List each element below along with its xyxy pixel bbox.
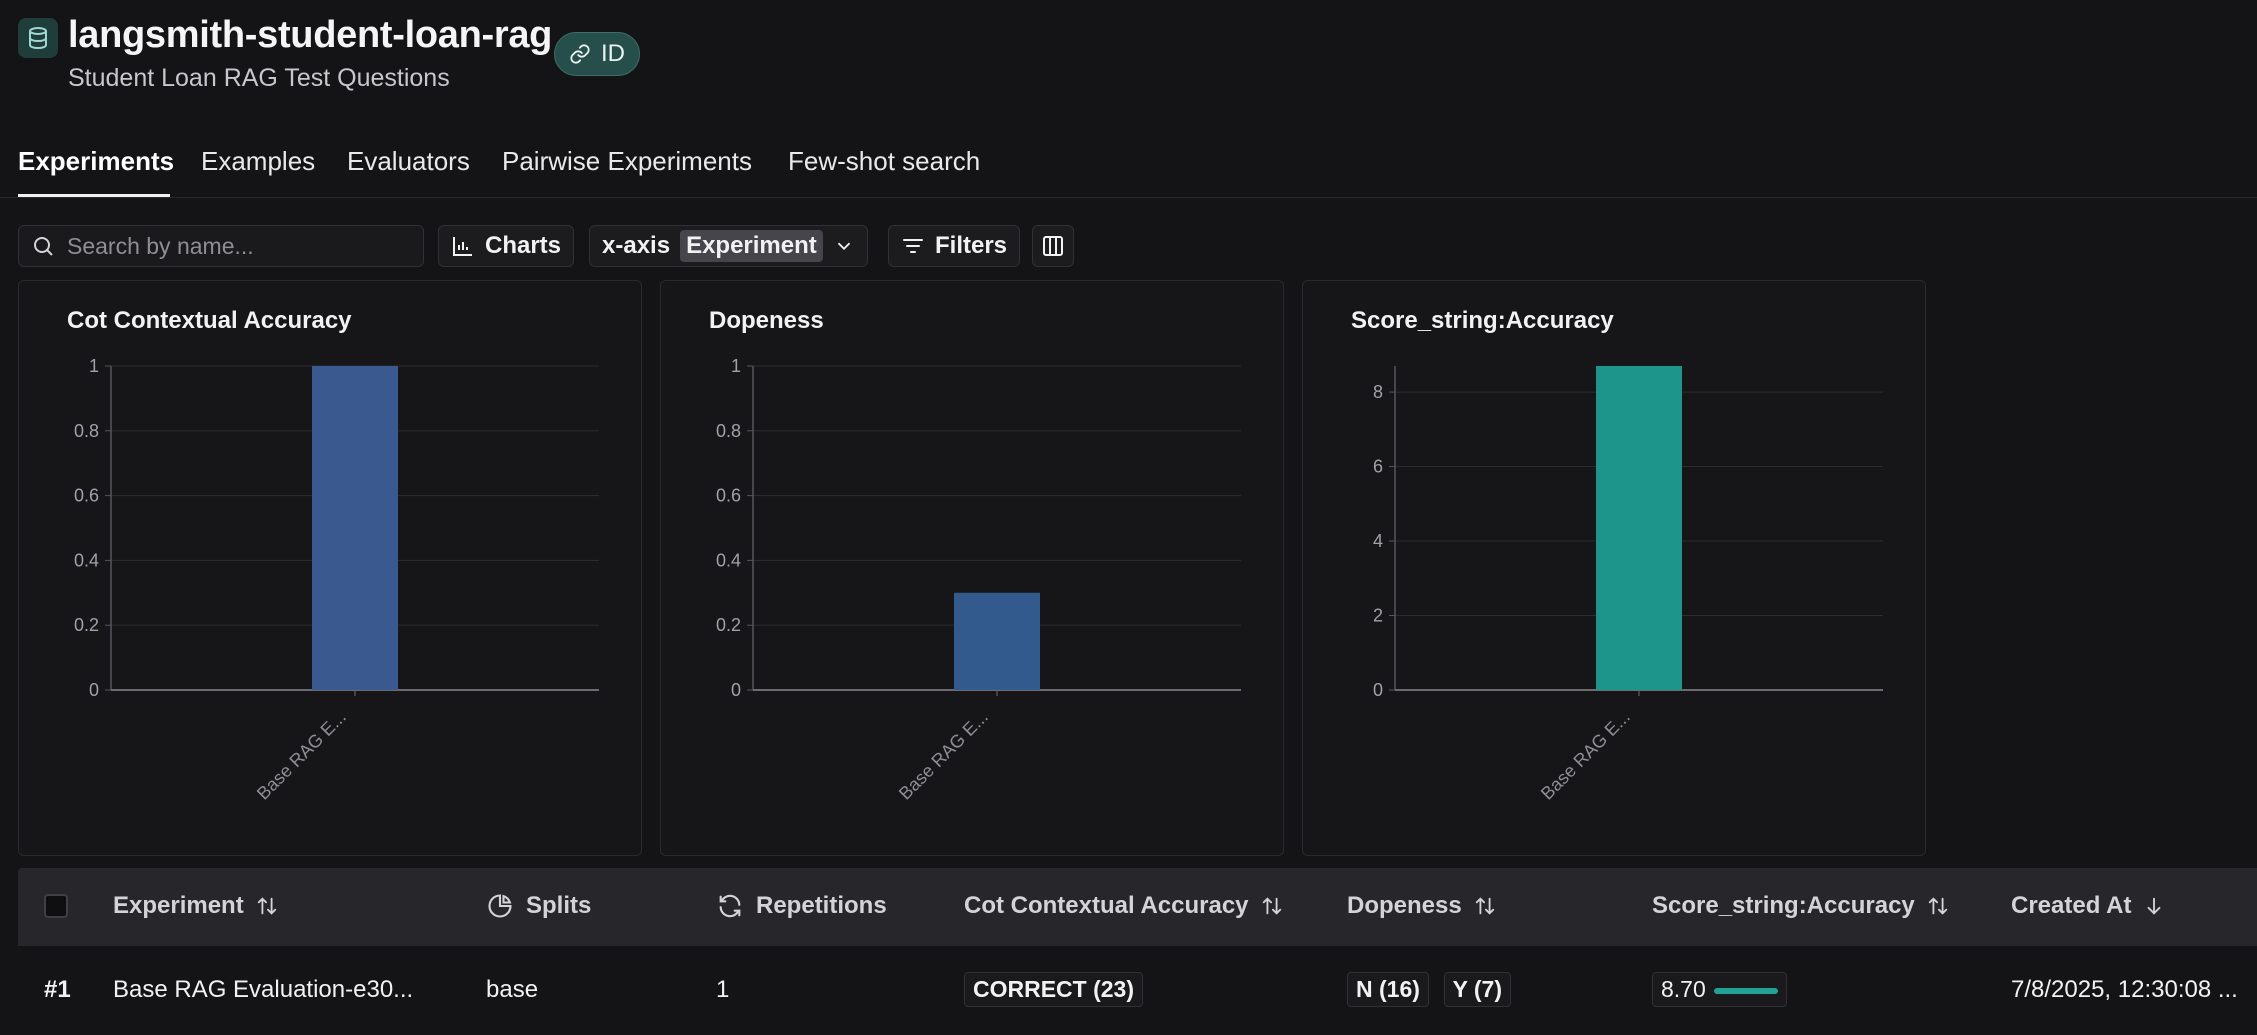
charts-label: Charts [485,232,562,259]
tab-bar: Experiments Examples Evaluators Pairwise… [0,128,2257,198]
experiments-table: Experiment Splits Repetitions Cot Contex… [18,868,2257,1035]
tab-evaluators[interactable]: Evaluators [347,146,470,177]
y-tick-label: 1 [89,356,99,376]
row-index: #1 [44,976,71,1003]
columns-icon [1041,234,1065,258]
sort-icon[interactable] [1474,895,1496,917]
y-tick-label: 0 [89,680,99,700]
arrow-down-icon[interactable] [2143,895,2165,917]
column-header-repetitions: Repetitions [716,892,887,920]
charts-button[interactable]: Charts [438,225,575,267]
column-header-splits: Splits [486,892,591,920]
sort-icon[interactable] [256,895,278,917]
cot-pill[interactable]: CORRECT (23) [964,972,1144,1007]
y-tick-label: 0.8 [74,421,99,441]
search-icon [31,234,55,258]
chevron-down-icon [833,235,855,257]
bar-chart: 0 2 4 6 8 Base RAG E... [1373,366,1883,804]
column-header-dopeness[interactable]: Dopeness [1347,892,1496,920]
column-label: Experiment [113,892,244,919]
repetitions-value: 1 [716,976,730,1003]
chart-card-cot-contextual-accuracy: Cot Contextual Accuracy 0 0.2 0.4 0.6 0.8 1 Ba… [18,280,642,856]
x-axis-select[interactable]: x-axis Experiment [589,225,868,267]
x-tick-label: Base RAG E... [895,707,992,804]
table-header: Experiment Splits Repetitions Cot Contex… [18,868,2257,946]
id-badge-label: ID [601,40,625,67]
filter-icon [901,234,925,258]
y-tick-label: 0.4 [74,550,99,570]
y-tick-label: 0 [1373,680,1383,700]
bar-chart: 0 0.2 0.4 0.6 0.8 1 Base RAG E... [716,356,1241,804]
bar [1596,366,1682,690]
column-header-experiment[interactable]: Experiment [113,892,278,920]
chart-icon [451,234,475,258]
tab-experiments[interactable]: Experiments [18,146,174,177]
y-tick-label: 0.6 [74,486,99,506]
filters-label: Filters [935,232,1008,259]
score-value: 8.70 [1652,972,1787,1007]
tab-pairwise-experiments[interactable]: Pairwise Experiments [502,146,752,177]
column-header-score-string-accuracy[interactable]: Score_string:Accuracy [1652,892,1949,920]
tab-examples[interactable]: Examples [201,146,315,177]
search-box[interactable] [18,225,424,267]
column-label: Cot Contextual Accuracy [964,892,1249,919]
y-tick-label: 8 [1373,382,1383,402]
y-tick-label: 0.2 [716,615,741,635]
page-subtitle: Student Loan RAG Test Questions [68,64,450,92]
tab-few-shot-search[interactable]: Few-shot search [788,146,980,177]
dopeness-values: N (16) Y (7) [1347,972,1512,1007]
pie-chart-icon [486,892,514,920]
sort-icon[interactable] [1927,895,1949,917]
active-tab-indicator [18,194,170,197]
select-all-checkbox[interactable] [44,894,68,918]
y-tick-label: 6 [1373,457,1383,477]
score-bar [1713,987,1778,994]
score-number: 8.70 [1661,976,1706,1002]
y-tick-label: 0.6 [716,486,741,506]
x-axis-value: Experiment [680,230,823,262]
y-tick-label: 0.8 [716,421,741,441]
toolbar: Charts x-axis Experiment Filters [0,223,1100,267]
bar-chart: 0 0.2 0.4 0.6 0.8 1 Base RAG E... [74,356,599,804]
y-tick-label: 0 [731,680,741,700]
column-label: Repetitions [756,892,887,919]
cot-value: CORRECT (23) [964,972,1144,1007]
y-tick-label: 1 [731,356,741,376]
dopeness-y-pill[interactable]: Y (7) [1443,972,1512,1007]
column-label: Splits [526,892,592,919]
sort-icon[interactable] [1261,895,1283,917]
y-tick-label: 0.2 [74,615,99,635]
column-label: Score_string:Accuracy [1652,892,1915,919]
bar [312,366,398,690]
copy-id-button[interactable]: ID [554,32,640,76]
chart-card-dopeness: Dopeness 0 0.2 0.4 0.6 0.8 1 Base RAG E... [660,280,1284,856]
y-tick-label: 0.4 [716,550,741,570]
link-icon [569,43,591,65]
y-tick-label: 2 [1373,606,1383,626]
x-axis-label: x-axis [602,232,671,259]
filters-button[interactable]: Filters [888,225,1021,267]
y-tick-label: 4 [1373,531,1383,551]
chart-card-score-string-accuracy: Score_string:Accuracy 0 2 4 6 8 Base RAG E... [1302,280,1926,856]
search-input[interactable] [67,232,407,260]
column-header-cot-contextual-accuracy[interactable]: Cot Contextual Accuracy [964,892,1283,920]
table-row[interactable]: #1 Base RAG Evaluation-e30... base 1 COR… [18,946,2257,1035]
column-header-created-at[interactable]: Created At [2011,892,2165,920]
score-pill[interactable]: 8.70 [1652,972,1787,1007]
bar [954,592,1040,690]
refresh-icon [716,892,744,920]
x-tick-label: Base RAG E... [253,707,350,804]
x-tick-label: Base RAG E... [1537,707,1634,804]
splits-value: base [486,976,539,1003]
dataset-header: langsmith-student-loan-rag Student Loan … [16,14,1016,104]
experiment-name-link[interactable]: Base RAG Evaluation-e30... [113,976,413,1004]
dopeness-n-pill[interactable]: N (16) [1347,972,1429,1007]
database-icon [18,18,58,58]
columns-button[interactable] [1032,225,1074,267]
column-label: Created At [2011,892,2132,919]
column-label: Dopeness [1347,892,1462,919]
created-at-value: 7/8/2025, 12:30:08 ... [2011,976,2238,1003]
page-title: langsmith-student-loan-rag [68,14,553,56]
